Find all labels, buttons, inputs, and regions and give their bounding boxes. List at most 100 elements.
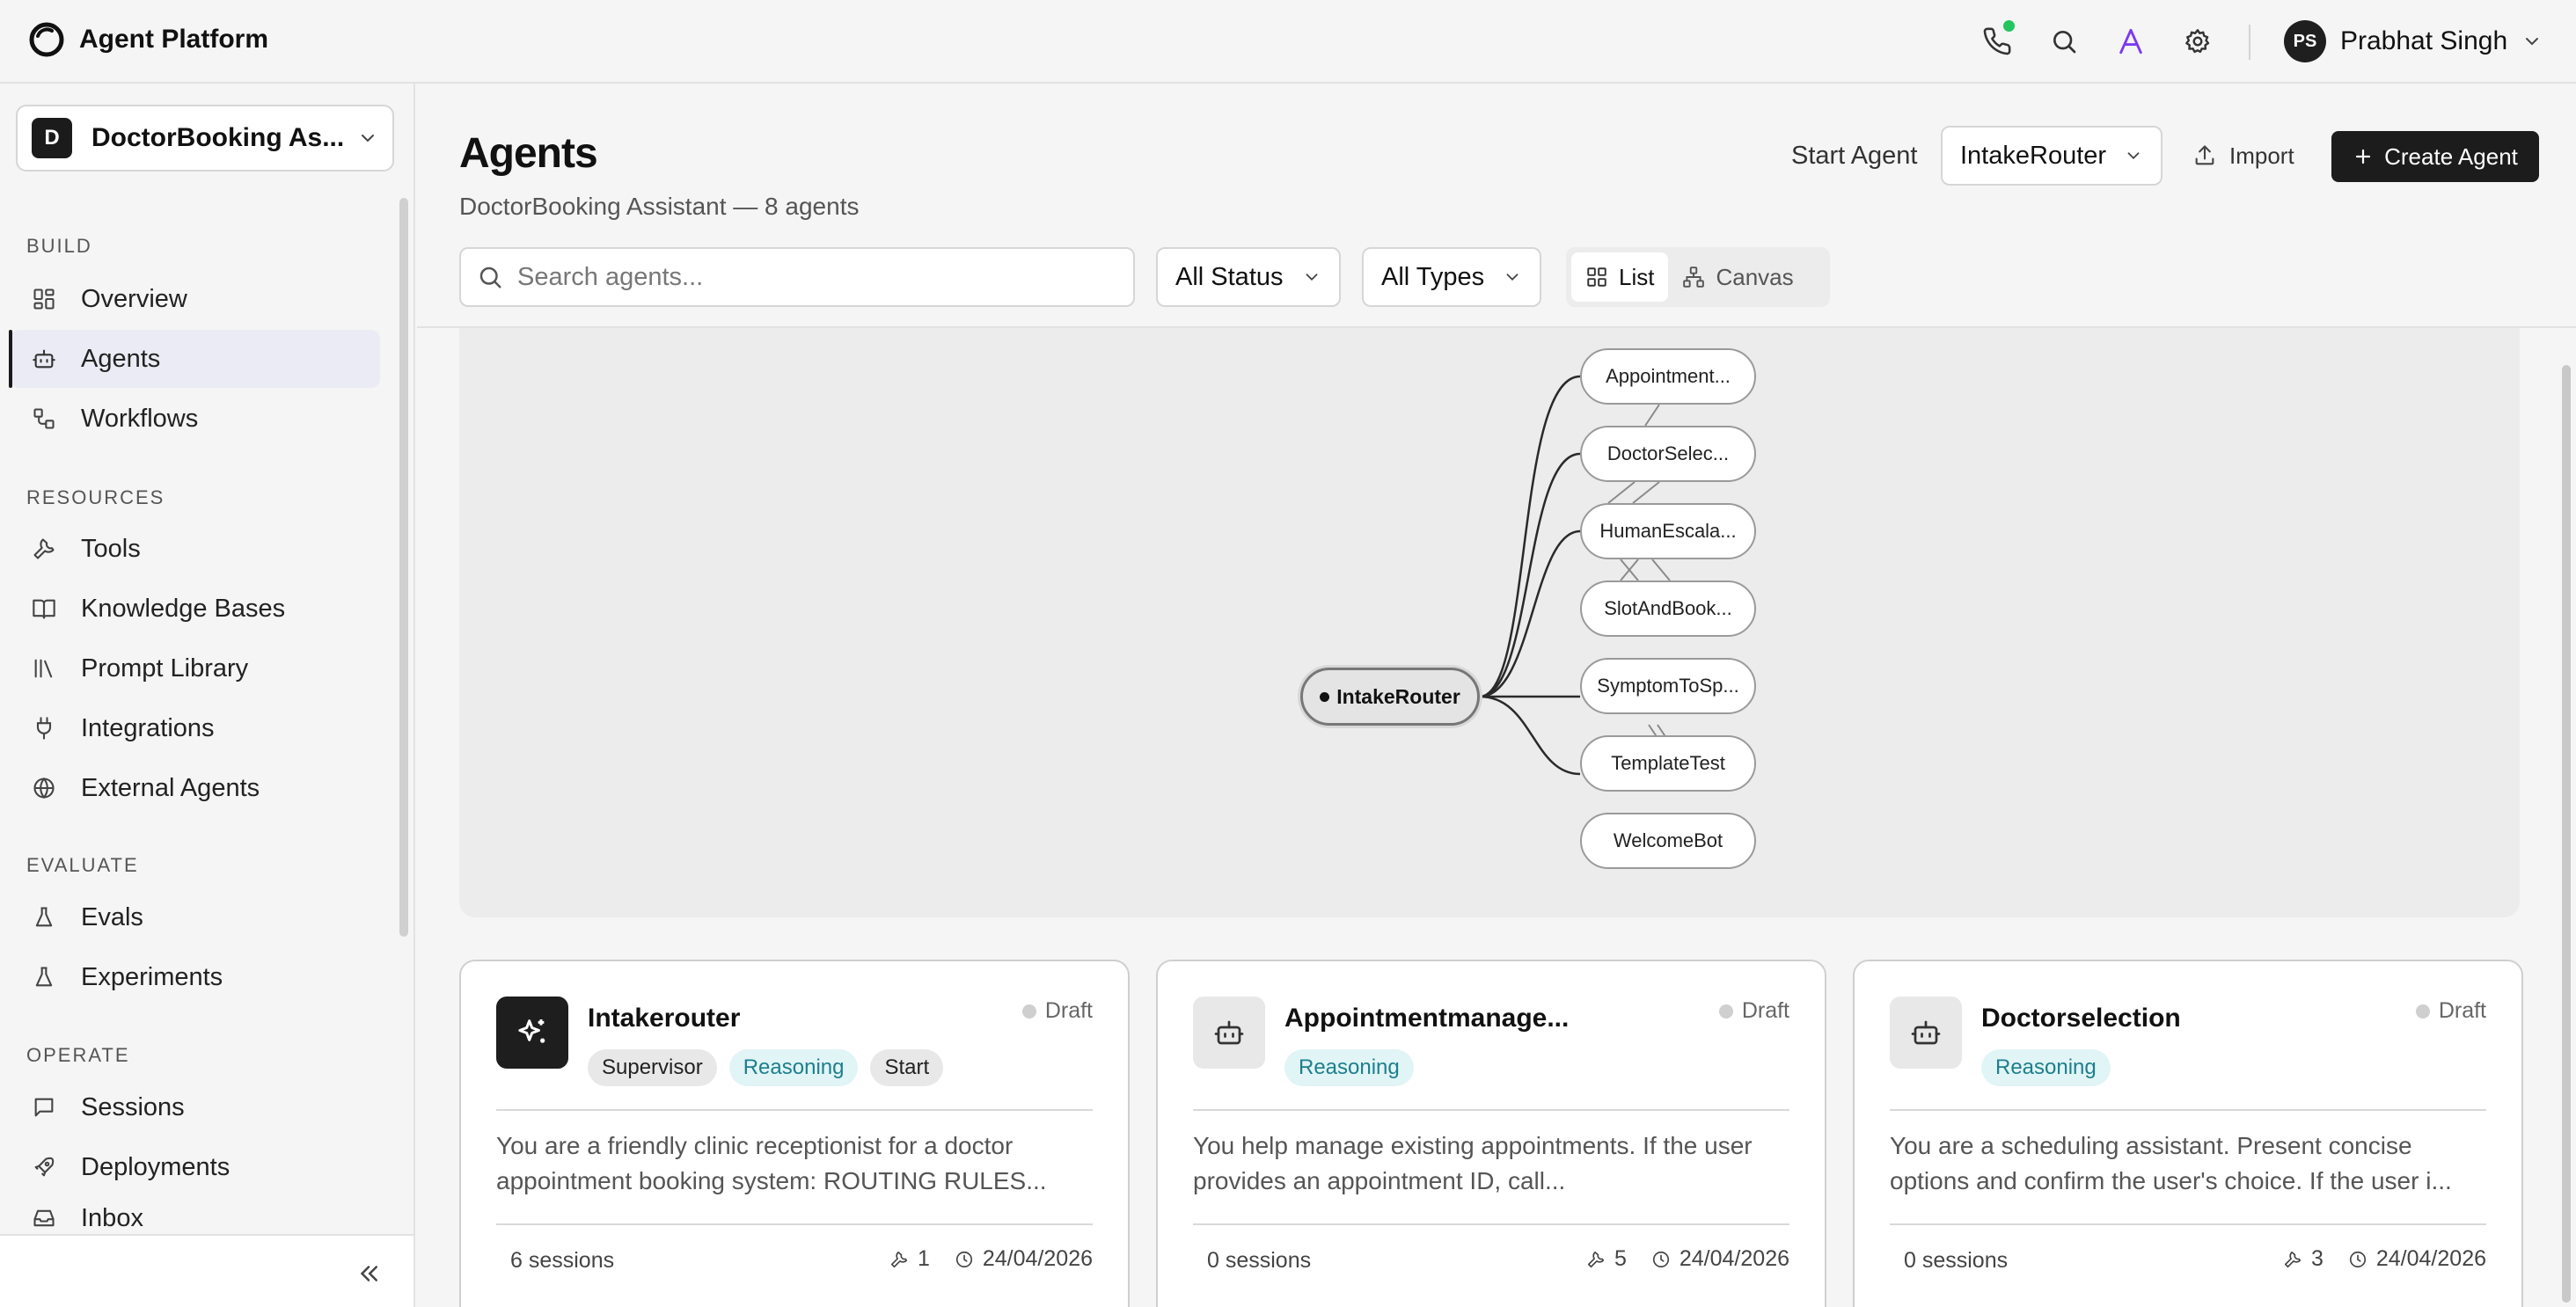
sidebar-item-external-agents[interactable]: External Agents bbox=[11, 759, 380, 817]
sidebar-item-agents[interactable]: Agents bbox=[9, 330, 380, 388]
status-label: Draft bbox=[1741, 998, 1789, 1023]
sidebar-scrollbar[interactable] bbox=[399, 198, 408, 937]
flask-icon bbox=[30, 903, 58, 931]
divider bbox=[496, 1223, 1093, 1225]
user-menu[interactable]: PS Prabhat Singh bbox=[2284, 20, 2543, 62]
create-agent-label: Create Agent bbox=[2384, 142, 2518, 170]
divider bbox=[1193, 1109, 1789, 1111]
sidebar-item-label: Experiments bbox=[81, 962, 223, 991]
robot-icon bbox=[1910, 1017, 1942, 1048]
status-label: Draft bbox=[2438, 998, 2486, 1023]
agent-tags: Reasoning bbox=[1981, 1049, 2111, 1086]
main-scrollbar[interactable] bbox=[2562, 365, 2571, 1303]
brand-a-button[interactable] bbox=[2113, 24, 2148, 59]
sidebar-item-label: Tools bbox=[81, 534, 141, 563]
graph-node[interactable]: SymptomToSp... bbox=[1580, 658, 1756, 714]
settings-button[interactable] bbox=[2180, 24, 2215, 59]
network-icon bbox=[1682, 266, 1705, 288]
sidebar-item-inbox[interactable]: Inbox bbox=[11, 1198, 380, 1238]
sidebar-item-prompt-library[interactable]: Prompt Library bbox=[11, 639, 380, 697]
graph-node[interactable]: Appointment... bbox=[1580, 348, 1756, 405]
rocket-icon bbox=[30, 1153, 58, 1181]
tag: Reasoning bbox=[728, 1049, 859, 1086]
phone-button[interactable] bbox=[1980, 20, 2015, 59]
search-input[interactable] bbox=[517, 262, 1117, 292]
workspace-name: DoctorBooking As... bbox=[91, 123, 345, 152]
agent-card[interactable]: Doctorselection Draft Reasoning You are … bbox=[1853, 960, 2523, 1307]
main-content: Agents DoctorBooking Assistant — 8 agent… bbox=[417, 84, 2576, 1307]
sidebar-item-knowledge-bases[interactable]: Knowledge Bases bbox=[11, 580, 380, 638]
type-filter-value: All Types bbox=[1381, 262, 1485, 291]
sidebar-item-integrations[interactable]: Integrations bbox=[11, 699, 380, 757]
graph-root-node[interactable]: IntakeRouter bbox=[1300, 668, 1480, 726]
canvas-view-button[interactable]: Canvas bbox=[1668, 252, 1807, 302]
sidebar-footer bbox=[0, 1234, 413, 1307]
globe-icon bbox=[30, 774, 58, 802]
graph-node[interactable]: TemplateTest bbox=[1580, 735, 1756, 792]
agent-tags: Supervisor Reasoning Start bbox=[588, 1049, 944, 1086]
divider bbox=[496, 1109, 1093, 1111]
updated-date: 24/04/2026 bbox=[982, 1246, 1093, 1271]
chevron-down-icon bbox=[1503, 267, 1522, 287]
graph-node[interactable]: WelcomeBot bbox=[1580, 813, 1756, 869]
agent-description: You are a scheduling assistant. Present … bbox=[1890, 1132, 2452, 1194]
workspace-switcher[interactable]: D DoctorBooking As... bbox=[16, 105, 394, 172]
agent-search[interactable] bbox=[459, 247, 1135, 307]
collapse-sidebar-button[interactable] bbox=[355, 1260, 382, 1287]
status-filter[interactable]: All Status bbox=[1156, 247, 1341, 307]
agent-card[interactable]: Appointmentmanage... Draft Reasoning You… bbox=[1156, 960, 1826, 1307]
search-button[interactable] bbox=[2046, 24, 2082, 59]
list-view-button[interactable]: List bbox=[1571, 252, 1669, 302]
search-icon bbox=[477, 264, 503, 290]
status-badge: Draft bbox=[1718, 998, 1789, 1024]
agent-meta: 3 24/04/2026 bbox=[2283, 1246, 2486, 1272]
status-badge: Draft bbox=[1021, 998, 1093, 1024]
create-agent-button[interactable]: Create Agent bbox=[2331, 131, 2539, 182]
sidebar-item-evals[interactable]: Evals bbox=[11, 888, 380, 946]
chat-icon bbox=[30, 1093, 58, 1121]
graph-node[interactable]: SlotAndBook... bbox=[1580, 580, 1756, 637]
start-agent-select[interactable]: IntakeRouter bbox=[1941, 126, 2163, 186]
sidebar-item-label: External Agents bbox=[81, 773, 260, 802]
letter-a-icon bbox=[2116, 26, 2146, 56]
workspace-badge: D bbox=[32, 118, 72, 158]
type-filter[interactable]: All Types bbox=[1362, 247, 1541, 307]
graph-node[interactable]: DoctorSelec... bbox=[1580, 426, 1756, 482]
agent-name: Appointmentmanage... bbox=[1284, 1004, 1570, 1033]
agent-graph-canvas[interactable]: IntakeRouter Appointment... DoctorSelec.… bbox=[459, 328, 2520, 917]
sidebar-item-overview[interactable]: Overview bbox=[11, 270, 380, 328]
chevron-down-icon bbox=[357, 128, 378, 149]
graph-node[interactable]: HumanEscala... bbox=[1580, 503, 1756, 559]
canvas-view-label: Canvas bbox=[1716, 263, 1794, 290]
sidebar-item-experiments[interactable]: Experiments bbox=[11, 948, 380, 1006]
sidebar-item-label: Inbox bbox=[81, 1203, 143, 1232]
tool-count: 5 bbox=[1614, 1246, 1627, 1271]
brand[interactable]: Agent Platform bbox=[28, 21, 268, 58]
sidebar-item-sessions[interactable]: Sessions bbox=[11, 1078, 380, 1136]
topbar-divider bbox=[2249, 25, 2250, 60]
status-badge: Draft bbox=[2415, 998, 2486, 1024]
agent-meta: 5 24/04/2026 bbox=[1586, 1246, 1789, 1272]
double-chevron-left-icon bbox=[355, 1260, 382, 1287]
clock-icon bbox=[2348, 1250, 2367, 1269]
import-button[interactable]: Import bbox=[2192, 133, 2294, 179]
sidebar-item-deployments[interactable]: Deployments bbox=[11, 1138, 380, 1196]
agent-icon-box bbox=[1193, 997, 1265, 1069]
sidebar-item-label: Deployments bbox=[81, 1152, 231, 1181]
session-count: 6 sessions bbox=[510, 1248, 615, 1273]
tag: Reasoning bbox=[1981, 1049, 2111, 1086]
robot-icon bbox=[30, 345, 58, 373]
view-toggle: List Canvas bbox=[1566, 247, 1830, 307]
tool-count: 3 bbox=[2310, 1246, 2324, 1271]
status-label: Draft bbox=[1044, 998, 1093, 1023]
agent-icon-box bbox=[1890, 997, 1962, 1069]
wrench-icon bbox=[889, 1250, 909, 1269]
sidebar: D DoctorBooking As... BUILD Overview Age… bbox=[0, 84, 415, 1307]
agent-card[interactable]: Intakerouter Draft Supervisor Reasoning … bbox=[459, 960, 1130, 1307]
search-icon bbox=[2050, 27, 2078, 55]
sidebar-item-tools[interactable]: Tools bbox=[11, 520, 380, 578]
start-agent-value: IntakeRouter bbox=[1960, 141, 2107, 170]
sidebar-item-workflows[interactable]: Workflows bbox=[11, 390, 380, 448]
grid-icon bbox=[1585, 266, 1608, 288]
app-title: Agent Platform bbox=[79, 25, 269, 54]
